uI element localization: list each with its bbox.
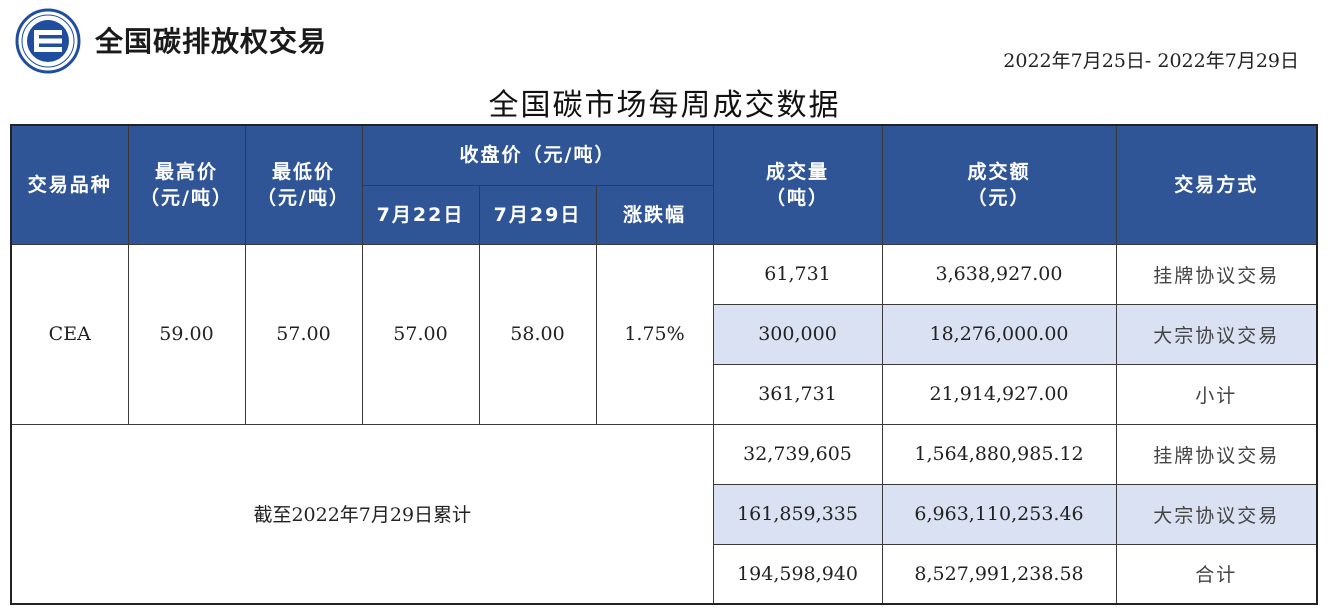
report-title: 全国碳市场每周成交数据 bbox=[488, 88, 841, 123]
cell-close-curr: 58.00 bbox=[478, 243, 597, 425]
cell-volume: 161,859,335 bbox=[712, 483, 883, 545]
header-method: 交易方式 bbox=[1115, 124, 1318, 245]
cell-high: 59.00 bbox=[127, 243, 246, 425]
cell-product: CEA bbox=[10, 243, 129, 425]
cell-method: 合计 bbox=[1115, 543, 1318, 605]
header-low: 最低价 （元/吨） bbox=[244, 124, 363, 245]
cell-method: 挂牌协议交易 bbox=[1115, 423, 1318, 485]
header-low-unit: （元/吨） bbox=[257, 186, 350, 209]
table-row: CEA 59.00 57.00 57.00 58.00 1.75% 61,731… bbox=[10, 243, 1318, 425]
cell-amount: 1,564,880,985.12 bbox=[881, 423, 1117, 485]
cell-volume: 61,731 bbox=[712, 243, 883, 305]
cell-volume: 361,731 bbox=[712, 363, 883, 425]
weekly-trading-table: 交易品种 最高价 （元/吨） 最低价 （元/吨） 收盘价（元/吨） 成交量 （吨… bbox=[10, 124, 1319, 605]
cell-method: 大宗协议交易 bbox=[1115, 303, 1318, 365]
header-close-curr: 7月29日 bbox=[478, 184, 597, 245]
header-product: 交易品种 bbox=[10, 124, 129, 245]
exchange-logo bbox=[15, 8, 81, 74]
header-high-unit: （元/吨） bbox=[140, 186, 233, 209]
header-amount: 成交额 （元） bbox=[881, 124, 1117, 245]
cumulative-label: 截至2022年7月29日累计 bbox=[10, 423, 714, 605]
cell-method: 大宗协议交易 bbox=[1115, 483, 1318, 545]
header-high: 最高价 （元/吨） bbox=[127, 124, 246, 245]
cell-method: 挂牌协议交易 bbox=[1115, 243, 1318, 305]
cell-volume: 300,000 bbox=[712, 303, 883, 365]
cell-volume: 32,739,605 bbox=[712, 423, 883, 485]
cell-low: 57.00 bbox=[244, 243, 363, 425]
header-low-label: 最低价 bbox=[271, 160, 335, 183]
header-volume: 成交量 （吨） bbox=[712, 124, 883, 245]
cell-amount: 21,914,927.00 bbox=[881, 363, 1117, 425]
cell-amount: 18,276,000.00 bbox=[881, 303, 1117, 365]
cell-amount: 3,638,927.00 bbox=[881, 243, 1117, 305]
header-high-label: 最高价 bbox=[154, 160, 218, 183]
header-amount-unit: （元） bbox=[967, 186, 1031, 209]
header-close-prev: 7月22日 bbox=[361, 184, 480, 245]
header-close: 收盘价（元/吨） bbox=[361, 124, 714, 186]
date-range: 2022年7月25日- 2022年7月29日 bbox=[1003, 50, 1299, 72]
header-volume-label: 成交量 bbox=[766, 160, 830, 183]
cell-amount: 8,527,991,238.58 bbox=[881, 543, 1117, 605]
cell-close-prev: 57.00 bbox=[361, 243, 480, 425]
cell-amount: 6,963,110,253.46 bbox=[881, 483, 1117, 545]
header-change: 涨跌幅 bbox=[595, 184, 714, 245]
header-amount-label: 成交额 bbox=[967, 160, 1031, 183]
table-row: 截至2022年7月29日累计 32,739,605 1,564,880,985.… bbox=[10, 423, 1318, 605]
cell-volume: 194,598,940 bbox=[712, 543, 883, 605]
brand-name: 全国碳排放权交易 bbox=[95, 25, 328, 58]
cell-method: 小计 bbox=[1115, 363, 1318, 425]
header-volume-unit: （吨） bbox=[766, 186, 830, 209]
cell-change: 1.75% bbox=[595, 243, 714, 425]
